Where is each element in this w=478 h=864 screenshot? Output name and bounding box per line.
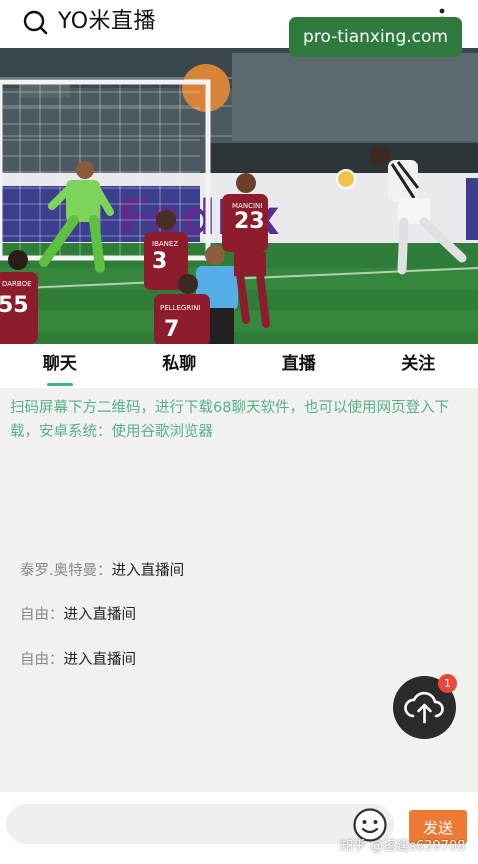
tab-private-chat[interactable]: 私聊 <box>120 344 240 388</box>
svg-text:23: 23 <box>234 209 265 234</box>
svg-text:MANCINI: MANCINI <box>232 202 262 210</box>
message-separator: ： <box>49 607 64 623</box>
app-title: YO米直播 <box>58 9 157 34</box>
message-user[interactable]: 自由 <box>20 652 49 668</box>
notification-badge: 1 <box>438 674 457 693</box>
tab-follow[interactable]: 关注 <box>359 344 478 388</box>
message-user[interactable]: 自由 <box>20 607 49 623</box>
chat-message: 自由：进入直播间 <box>20 650 136 670</box>
svg-text:PELLEGRINI: PELLEGRINI <box>160 304 201 312</box>
tab-live[interactable]: 直播 <box>239 344 359 388</box>
svg-text:3: 3 <box>152 249 167 274</box>
tab-chat[interactable]: 聊天 <box>0 344 120 388</box>
message-separator: ： <box>49 652 64 668</box>
download-notice: 扫码屏幕下方二维码，进行下载68聊天软件，也可以使用网页登入下载，安卓系统：使用… <box>10 400 449 440</box>
live-video-player[interactable]: FedEx 23 MANCINI 3 IBANEZ 7 PELLEGRINI 5… <box>0 48 478 344</box>
zhihu-watermark: 知乎 @搭建s639708 <box>340 839 466 854</box>
message-user[interactable]: 泰罗.奥特曼 <box>20 563 97 579</box>
chat-message: 自由：进入直播间 <box>20 605 136 625</box>
tab-bar: 聊天 私聊 直播 关注 <box>0 344 478 388</box>
message-text: 进入直播间 <box>111 563 185 579</box>
svg-text:IBANEZ: IBANEZ <box>152 240 178 248</box>
svg-text:DARBOE: DARBOE <box>2 280 32 288</box>
message-input[interactable] <box>6 804 394 844</box>
svg-text:55: 55 <box>0 293 29 318</box>
message-separator: ： <box>97 563 112 579</box>
match-scene: FedEx 23 MANCINI 3 IBANEZ 7 PELLEGRINI 5… <box>0 48 478 344</box>
svg-text:7: 7 <box>164 317 179 342</box>
message-text: 进入直播间 <box>63 607 137 623</box>
ball <box>336 169 356 189</box>
message-text: 进入直播间 <box>63 652 137 668</box>
search-icon[interactable] <box>22 9 50 37</box>
site-watermark: pro-tianxing.com <box>289 17 462 57</box>
chat-message: 泰罗.奥特曼：进入直播间 <box>20 561 184 581</box>
